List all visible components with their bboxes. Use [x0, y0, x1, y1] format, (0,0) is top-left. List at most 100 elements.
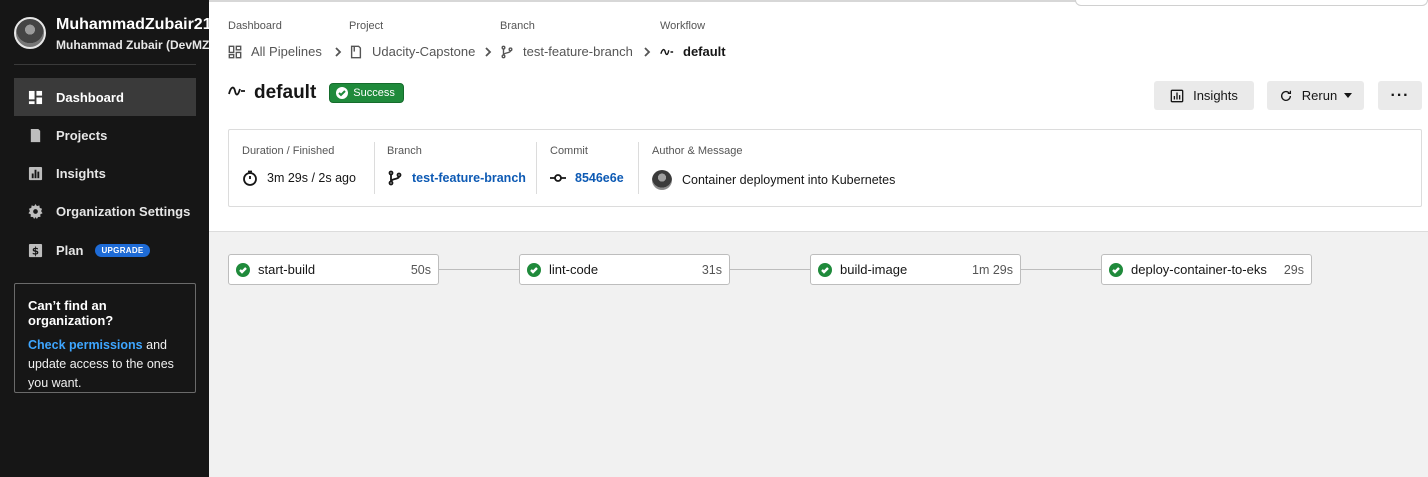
breadcrumb-branch: Branch test-feature-branch [500, 20, 633, 59]
org-switcher[interactable]: MuhammadZubair2106 Muhammad Zubair (DevM… [14, 14, 209, 54]
sidebar-item-projects[interactable]: Projects [14, 116, 196, 154]
chevron-right-icon [642, 45, 652, 60]
breadcrumb-value: Udacity-Capstone [372, 44, 476, 59]
project-icon [350, 45, 362, 58]
sidebar-item-plan[interactable]: $ Plan UPGRADE [14, 231, 196, 269]
duration-label: Duration / Finished [242, 145, 335, 157]
avatar [14, 17, 46, 49]
breadcrumb-project-link[interactable]: Udacity-Capstone [349, 44, 475, 59]
breadcrumb-label: Branch [500, 20, 535, 32]
pipelines-icon [228, 45, 242, 58]
chevron-down-icon [1344, 93, 1353, 98]
column-divider [638, 142, 639, 194]
org-help-text: Check permissions and update access to t… [28, 336, 182, 393]
author-column: Author & Message Container deployment in… [652, 145, 895, 190]
chevron-right-icon [333, 45, 343, 60]
sidebar-item-label: Insights [56, 165, 106, 181]
job-deploy-container-to-eks[interactable]: deploy-container-to-eks 29s [1101, 254, 1312, 285]
insights-button-label: Insights [1193, 88, 1238, 103]
top-divider [209, 0, 1089, 2]
success-check-icon [818, 262, 832, 277]
sidebar-item-dashboard[interactable]: Dashboard [14, 78, 196, 116]
workflow-icon [660, 48, 674, 55]
sidebar-item-organization-settings[interactable]: Organization Settings [14, 192, 196, 230]
sidebar-item-label: Organization Settings [56, 203, 191, 219]
job-name: deploy-container-to-eks [1131, 262, 1267, 277]
rerun-button-label: Rerun [1301, 88, 1338, 103]
commit-column: Commit 8546e6e [550, 145, 624, 186]
check-permissions-link[interactable]: Check permissions [28, 338, 143, 352]
job-start-build[interactable]: start-build 50s [228, 254, 439, 285]
author-message: Container deployment into Kubernetes [652, 170, 895, 190]
branch-column: Branch test-feature-branch [387, 145, 526, 186]
column-divider [374, 142, 375, 194]
job-duration: 31s [701, 262, 722, 277]
insights-icon [1170, 89, 1184, 102]
job-connector [1021, 269, 1102, 270]
org-help-card: Can’t find an organization? Check permis… [14, 283, 196, 393]
timer-icon [243, 170, 257, 186]
insights-icon [28, 166, 43, 181]
success-check-icon [527, 262, 541, 277]
org-help-title: Can’t find an organization? [28, 298, 114, 328]
branch-text: test-feature-branch [412, 171, 526, 185]
breadcrumb-value: All Pipelines [251, 44, 322, 59]
job-duration: 29s [1283, 262, 1304, 277]
breadcrumb-value: test-feature-branch [523, 44, 633, 59]
status-badge: Success [329, 83, 404, 103]
status-label: Success [353, 87, 395, 99]
branch-link[interactable]: test-feature-branch [387, 170, 526, 186]
breadcrumb-all-pipelines[interactable]: All Pipelines [228, 44, 322, 59]
job-connector [730, 269, 811, 270]
branch-icon [388, 170, 402, 186]
duration-value: 3m 29s / 2s ago [242, 170, 356, 186]
sidebar-item-label: Plan [56, 242, 84, 258]
dollar-icon: $ [28, 243, 43, 258]
check-icon [336, 87, 349, 99]
insights-button[interactable]: Insights [1154, 81, 1254, 110]
rerun-icon [1280, 90, 1291, 101]
upgrade-badge[interactable]: UPGRADE [95, 243, 150, 257]
rerun-button[interactable]: Rerun [1267, 81, 1364, 110]
breadcrumb-branch-link[interactable]: test-feature-branch [500, 44, 633, 59]
duration-text: 3m 29s / 2s ago [267, 171, 356, 185]
projects-icon [28, 128, 43, 143]
job-duration: 1m 29s [972, 262, 1013, 277]
sidebar-item-label: Projects [56, 127, 108, 143]
breadcrumb-workflow-current: default [660, 44, 726, 59]
commit-icon [550, 174, 566, 182]
commit-link[interactable]: 8546e6e [550, 170, 624, 186]
commit-message: Container deployment into Kubernetes [682, 173, 896, 187]
sidebar-item-insights[interactable]: Insights [14, 154, 196, 192]
sidebar: MuhammadZubair2106 Muhammad Zubair (DevM… [0, 0, 209, 477]
job-lint-code[interactable]: lint-code 31s [519, 254, 730, 285]
job-name: build-image [840, 262, 908, 277]
branch-label: Branch [387, 145, 422, 157]
more-actions-button[interactable]: ··· [1378, 81, 1422, 110]
breadcrumb-workflow: Workflow default [660, 20, 726, 59]
svg-text:$: $ [32, 245, 39, 257]
job-duration: 50s [410, 262, 431, 277]
page-title: default [254, 82, 317, 103]
top-popup-edge [1075, 0, 1428, 6]
breadcrumb-label: Project [349, 20, 384, 32]
workflow-title-row: default Success [228, 82, 404, 104]
breadcrumb-project: Project Udacity-Capstone [349, 20, 475, 59]
commit-label: Commit [550, 145, 588, 157]
job-name: start-build [258, 262, 316, 277]
org-subtitle: Muhammad Zubair (DevMZ) [56, 38, 209, 52]
breadcrumb-label: Workflow [660, 20, 706, 32]
duration-column: Duration / Finished 3m 29s / 2s ago [242, 145, 356, 186]
workflow-icon [228, 84, 246, 103]
author-label: Author & Message [652, 145, 743, 157]
branch-icon [501, 45, 513, 58]
column-divider [536, 142, 537, 194]
success-check-icon [236, 262, 250, 277]
commit-text: 8546e6e [575, 171, 624, 185]
org-name: MuhammadZubair2106 [56, 16, 209, 33]
job-name: lint-code [549, 262, 599, 277]
gear-icon [28, 203, 43, 219]
workflow-info-card: Duration / Finished 3m 29s / 2s ago Bran… [228, 129, 1422, 207]
chevron-right-icon [483, 45, 493, 60]
job-build-image[interactable]: build-image 1m 29s [810, 254, 1021, 285]
